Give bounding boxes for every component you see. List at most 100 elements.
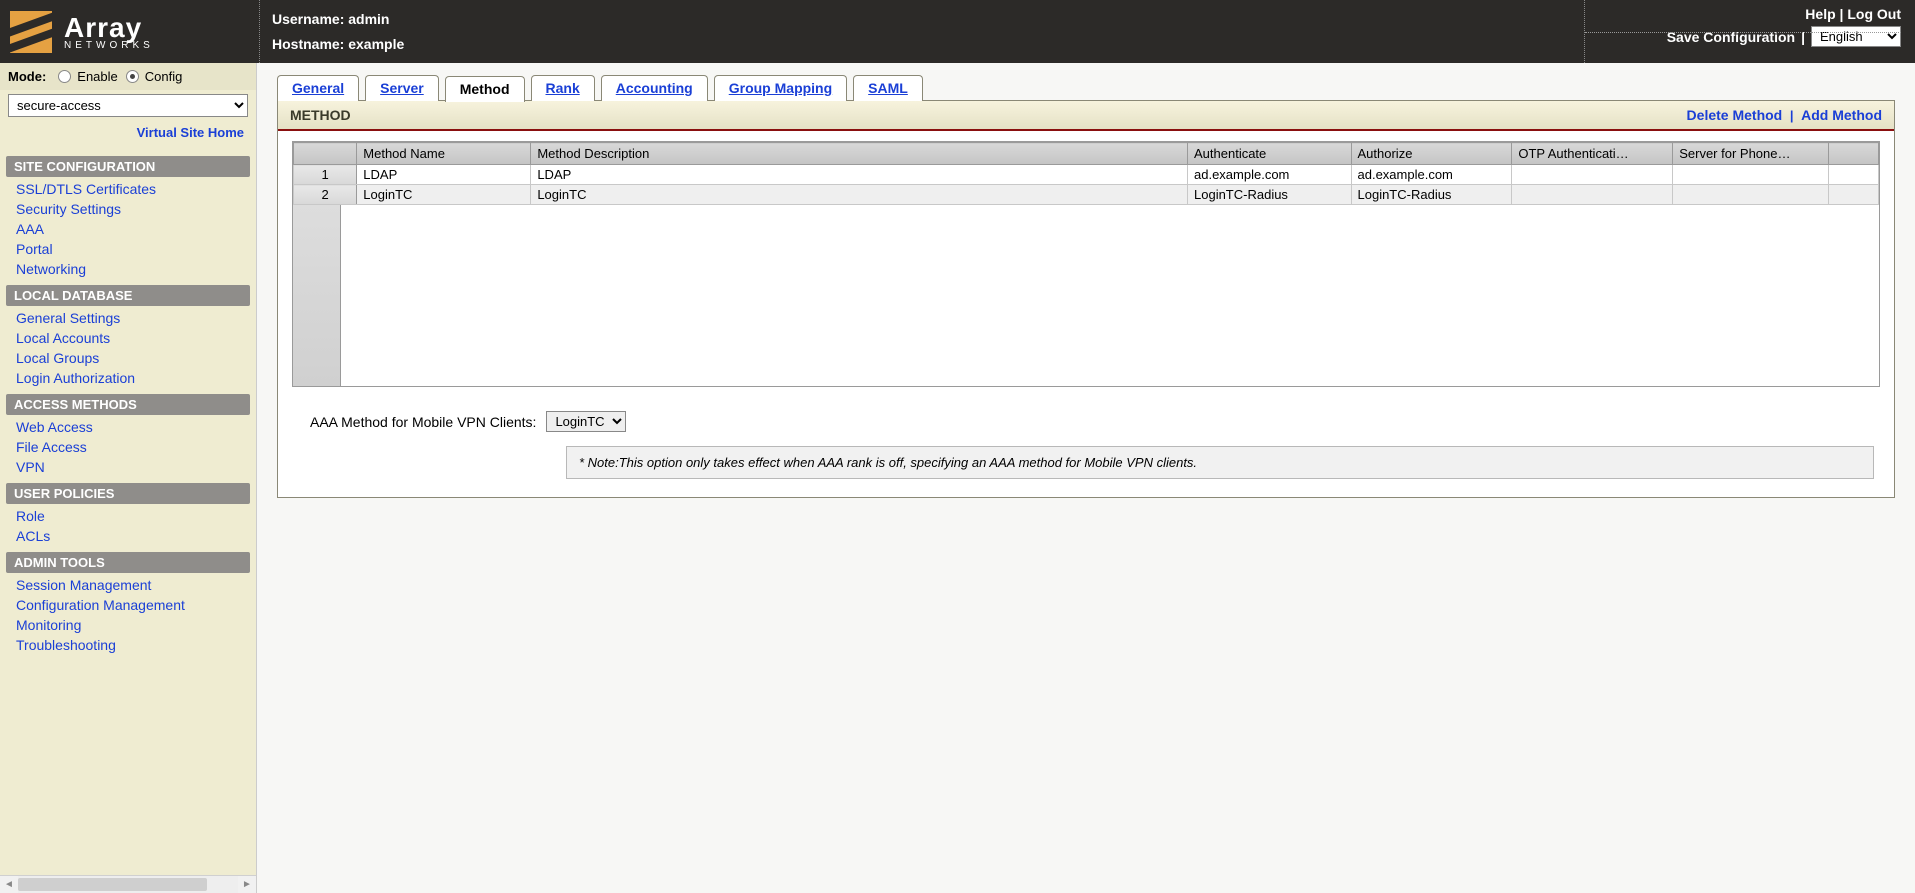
panel-actions: Delete Method | Add Method	[1687, 107, 1882, 123]
tab-saml[interactable]: SAML	[853, 75, 923, 101]
nav-item-session-management[interactable]: Session Management	[0, 575, 256, 595]
mvpn-row: AAA Method for Mobile VPN Clients: Login…	[310, 411, 1874, 432]
hostname-label: Hostname: example	[272, 36, 1572, 52]
table-cell: LDAP	[531, 165, 1188, 185]
table-cell: LDAP	[357, 165, 531, 185]
method-panel: METHOD Delete Method | Add Method Method…	[277, 100, 1895, 498]
mode-config-option[interactable]: Config	[126, 69, 183, 84]
below-grid: AAA Method for Mobile VPN Clients: Login…	[278, 397, 1894, 497]
content: GeneralServerMethodRankAccountingGroup M…	[257, 63, 1915, 893]
sidebar: Mode: Enable Config secure-access Virtua…	[0, 63, 257, 893]
nav-item-ssl-dtls-certificates[interactable]: SSL/DTLS Certificates	[0, 179, 256, 199]
header-right: Help | Log Out Save Configuration | Engl…	[1585, 0, 1915, 63]
nav-item-security-settings[interactable]: Security Settings	[0, 199, 256, 219]
col-header[interactable]	[294, 143, 357, 165]
tab-server[interactable]: Server	[365, 75, 439, 101]
mode-enable-option[interactable]: Enable	[58, 69, 117, 84]
col-header[interactable]	[1828, 143, 1878, 165]
table-cell: ad.example.com	[1188, 165, 1352, 185]
mode-enable-label: Enable	[77, 69, 117, 84]
mvpn-select[interactable]: LoginTC	[546, 411, 626, 432]
sidebar-hscrollbar[interactable]: ◄ ►	[0, 875, 256, 893]
array-logo-icon	[10, 11, 52, 53]
nav-item-login-authorization[interactable]: Login Authorization	[0, 368, 256, 388]
scroll-right-icon[interactable]: ►	[238, 876, 256, 893]
nav-item-monitoring[interactable]: Monitoring	[0, 615, 256, 635]
help-link[interactable]: Help	[1805, 6, 1835, 22]
mvpn-note: * Note:This option only takes effect whe…	[566, 446, 1874, 479]
language-select[interactable]: English	[1811, 26, 1901, 47]
table-cell: LoginTC-Radius	[1351, 185, 1512, 205]
nav-item-local-groups[interactable]: Local Groups	[0, 348, 256, 368]
col-header[interactable]: Method Description	[531, 143, 1188, 165]
radio-icon	[58, 70, 71, 83]
header: Array NETWORKS Username: admin Hostname:…	[0, 0, 1915, 63]
main: Mode: Enable Config secure-access Virtua…	[0, 63, 1915, 893]
nav-item-portal[interactable]: Portal	[0, 239, 256, 259]
nav-section-title: ACCESS METHODS	[6, 394, 250, 415]
tab-rank[interactable]: Rank	[531, 75, 595, 101]
col-header[interactable]: Method Name	[357, 143, 531, 165]
nav-item-troubleshooting[interactable]: Troubleshooting	[0, 635, 256, 655]
nav-section-title: USER POLICIES	[6, 483, 250, 504]
col-header[interactable]: Server for Phone…	[1673, 143, 1829, 165]
nav-item-web-access[interactable]: Web Access	[0, 417, 256, 437]
table-row[interactable]: 1LDAPLDAPad.example.comad.example.com	[294, 165, 1879, 185]
row-number: 1	[294, 165, 357, 185]
nav-section-title: SITE CONFIGURATION	[6, 156, 250, 177]
save-config-link[interactable]: Save Configuration	[1667, 29, 1795, 45]
nav-item-vpn[interactable]: VPN	[0, 457, 256, 477]
mvpn-label: AAA Method for Mobile VPN Clients:	[310, 414, 536, 430]
virtual-site-home-link[interactable]: Virtual Site Home	[0, 121, 256, 150]
tabs: GeneralServerMethodRankAccountingGroup M…	[277, 75, 1895, 101]
delete-method-link[interactable]: Delete Method	[1687, 107, 1783, 123]
nav-item-aaa[interactable]: AAA	[0, 219, 256, 239]
scroll-track[interactable]	[18, 876, 238, 893]
table-cell	[1512, 185, 1673, 205]
logo: Array NETWORKS	[0, 0, 260, 63]
panel-headbar: METHOD Delete Method | Add Method	[278, 101, 1894, 131]
scroll-left-icon[interactable]: ◄	[0, 876, 18, 893]
table-cell: ad.example.com	[1351, 165, 1512, 185]
divider	[1585, 32, 1901, 33]
col-header[interactable]: OTP Authenticati…	[1512, 143, 1673, 165]
tab-general[interactable]: General	[277, 75, 359, 101]
nav-item-configuration-management[interactable]: Configuration Management	[0, 595, 256, 615]
nav-item-general-settings[interactable]: General Settings	[0, 308, 256, 328]
table-cell	[1512, 165, 1673, 185]
table-row[interactable]: 2LoginTCLoginTCLoginTC-RadiusLoginTC-Rad…	[294, 185, 1879, 205]
logo-text: Array NETWORKS	[64, 12, 154, 51]
table-cell: LoginTC-Radius	[1188, 185, 1352, 205]
separator: |	[1801, 29, 1805, 45]
table-cell	[1828, 185, 1878, 205]
tab-method[interactable]: Method	[445, 76, 525, 102]
method-grid: Method NameMethod DescriptionAuthenticat…	[292, 141, 1880, 387]
nav-item-acls[interactable]: ACLs	[0, 526, 256, 546]
logo-subbrand: NETWORKS	[64, 40, 154, 51]
username-label: Username: admin	[272, 11, 1572, 27]
header-info: Username: admin Hostname: example	[260, 0, 1585, 63]
col-header[interactable]: Authorize	[1351, 143, 1512, 165]
col-header[interactable]: Authenticate	[1188, 143, 1352, 165]
mode-config-label: Config	[145, 69, 183, 84]
nav-section-title: ADMIN TOOLS	[6, 552, 250, 573]
radio-icon	[126, 70, 139, 83]
scroll-thumb[interactable]	[18, 878, 207, 891]
tab-accounting[interactable]: Accounting	[601, 75, 708, 101]
nav-item-file-access[interactable]: File Access	[0, 437, 256, 457]
table-cell: LoginTC	[531, 185, 1188, 205]
nav-item-local-accounts[interactable]: Local Accounts	[0, 328, 256, 348]
logout-link[interactable]: Log Out	[1847, 6, 1901, 22]
table-cell: LoginTC	[357, 185, 531, 205]
table-cell	[1673, 165, 1829, 185]
panel-title: METHOD	[290, 107, 351, 123]
tab-group-mapping[interactable]: Group Mapping	[714, 75, 847, 101]
mode-label: Mode:	[8, 69, 46, 84]
mode-row: Mode: Enable Config	[0, 63, 256, 90]
separator: |	[1790, 108, 1794, 123]
nav-item-networking[interactable]: Networking	[0, 259, 256, 279]
nav-item-role[interactable]: Role	[0, 506, 256, 526]
virtual-site-select[interactable]: secure-access	[8, 94, 248, 117]
table-cell	[1828, 165, 1878, 185]
add-method-link[interactable]: Add Method	[1801, 107, 1882, 123]
